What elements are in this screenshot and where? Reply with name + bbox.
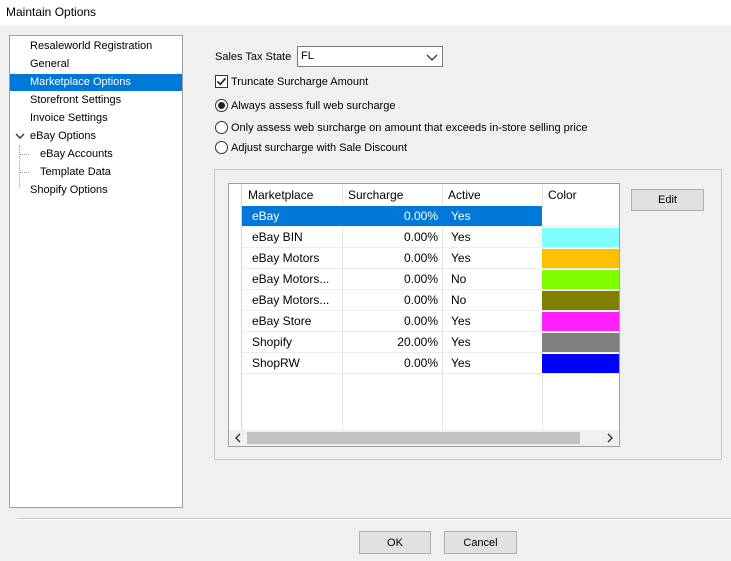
ok-button[interactable]: OK: [359, 531, 431, 554]
cell-active[interactable]: No: [442, 290, 542, 311]
sales-tax-state-value: FL: [301, 50, 314, 62]
tree-item-general[interactable]: General: [27, 56, 72, 73]
table-row[interactable]: eBay BIN 0.00% Yes: [242, 227, 619, 248]
table-row[interactable]: eBay Store 0.00% Yes: [242, 311, 619, 332]
chevron-down-icon[interactable]: [14, 130, 26, 142]
cell-active[interactable]: Yes: [442, 206, 542, 227]
column-header-surcharge[interactable]: Surcharge: [342, 184, 442, 206]
tree-item-template-data[interactable]: Template Data: [37, 164, 114, 181]
tree-connector: [19, 172, 29, 173]
table-row[interactable]: eBay Motors... 0.00% No: [242, 269, 619, 290]
sales-tax-state-select[interactable]: FL: [297, 46, 443, 67]
cell-marketplace[interactable]: eBay Motors: [242, 248, 342, 269]
cell-active[interactable]: Yes: [442, 227, 542, 248]
radio-always-assess-label[interactable]: Always assess full web surcharge: [231, 100, 395, 112]
cell-surcharge[interactable]: 0.00%: [342, 227, 442, 248]
sales-tax-state-label: Sales Tax State: [215, 51, 292, 63]
chevron-left-icon[interactable]: [233, 432, 243, 444]
cell-active[interactable]: No: [442, 269, 542, 290]
cell-color-swatch[interactable]: [542, 270, 619, 290]
cell-color-swatch[interactable]: [542, 249, 619, 269]
cell-marketplace[interactable]: eBay Motors...: [242, 269, 342, 290]
radio-only-exceeds-label[interactable]: Only assess web surcharge on amount that…: [231, 122, 587, 134]
tree-item-shopify-options[interactable]: Shopify Options: [27, 182, 111, 199]
cell-surcharge[interactable]: 0.00%: [342, 269, 442, 290]
cell-active[interactable]: Yes: [442, 332, 542, 353]
checkmark-icon: [216, 77, 227, 86]
cell-color-swatch[interactable]: [542, 333, 619, 353]
cell-active[interactable]: Yes: [442, 353, 542, 374]
options-tree[interactable]: Resaleworld Registration General Marketp…: [9, 35, 183, 508]
cell-surcharge[interactable]: 0.00%: [342, 206, 442, 227]
chevron-right-icon[interactable]: [605, 432, 615, 444]
radio-always-assess[interactable]: [215, 99, 228, 112]
radio-adjust-discount[interactable]: [215, 141, 228, 154]
table-row[interactable]: eBay 0.00% Yes: [242, 206, 619, 227]
cell-color-swatch[interactable]: [542, 228, 619, 248]
cell-marketplace[interactable]: eBay Motors...: [242, 290, 342, 311]
tree-item-resaleworld-registration[interactable]: Resaleworld Registration: [27, 38, 155, 55]
radio-only-exceeds[interactable]: [215, 121, 228, 134]
marketplace-grid[interactable]: Marketplace Surcharge Active Color eBay 0…: [228, 183, 620, 447]
footer-separator-highlight: [17, 519, 731, 520]
cell-active[interactable]: Yes: [442, 248, 542, 269]
cell-color-swatch[interactable]: [542, 312, 619, 332]
grid-row-header: [229, 184, 242, 430]
cell-active[interactable]: Yes: [442, 311, 542, 332]
tree-connector: [19, 154, 29, 155]
table-row[interactable]: eBay Motors 0.00% Yes: [242, 248, 619, 269]
cell-color-swatch[interactable]: [542, 207, 619, 227]
cell-marketplace[interactable]: eBay BIN: [242, 227, 342, 248]
cancel-button[interactable]: Cancel: [444, 531, 517, 554]
tree-item-storefront-settings[interactable]: Storefront Settings: [27, 92, 124, 109]
table-row[interactable]: ShopRW 0.00% Yes: [242, 353, 619, 374]
table-row[interactable]: Shopify 20.00% Yes: [242, 332, 619, 353]
cell-surcharge[interactable]: 0.00%: [342, 311, 442, 332]
truncate-surcharge-label[interactable]: Truncate Surcharge Amount: [231, 76, 368, 88]
cell-color-swatch[interactable]: [542, 291, 619, 311]
cell-marketplace[interactable]: eBay: [242, 206, 342, 227]
cell-surcharge[interactable]: 20.00%: [342, 332, 442, 353]
tree-item-invoice-settings[interactable]: Invoice Settings: [27, 110, 111, 127]
cell-marketplace[interactable]: eBay Store: [242, 311, 342, 332]
tree-connector: [19, 145, 20, 187]
tree-item-marketplace-options[interactable]: Marketplace Options: [10, 74, 182, 91]
grid-row-divider: [242, 373, 619, 374]
scrollbar-thumb[interactable]: [247, 432, 580, 444]
tree-item-ebay-options[interactable]: eBay Options: [27, 128, 99, 145]
table-row[interactable]: eBay Motors... 0.00% No: [242, 290, 619, 311]
title-bar: Maintain Options: [0, 0, 731, 25]
cell-marketplace[interactable]: ShopRW: [242, 353, 342, 374]
chevron-down-icon: [426, 54, 438, 61]
horizontal-scrollbar[interactable]: [229, 430, 619, 446]
window-title: Maintain Options: [6, 5, 97, 19]
cell-marketplace[interactable]: Shopify: [242, 332, 342, 353]
cell-surcharge[interactable]: 0.00%: [342, 248, 442, 269]
cell-surcharge[interactable]: 0.00%: [342, 290, 442, 311]
column-header-marketplace[interactable]: Marketplace: [242, 184, 342, 206]
cell-color-swatch[interactable]: [542, 354, 619, 374]
column-header-active[interactable]: Active: [442, 184, 542, 206]
truncate-surcharge-checkbox[interactable]: [215, 75, 228, 88]
cell-surcharge[interactable]: 0.00%: [342, 353, 442, 374]
column-header-color[interactable]: Color: [542, 184, 619, 206]
edit-button[interactable]: Edit: [631, 189, 704, 211]
tree-item-ebay-accounts[interactable]: eBay Accounts: [37, 146, 116, 163]
radio-adjust-discount-label[interactable]: Adjust surcharge with Sale Discount: [231, 142, 407, 154]
